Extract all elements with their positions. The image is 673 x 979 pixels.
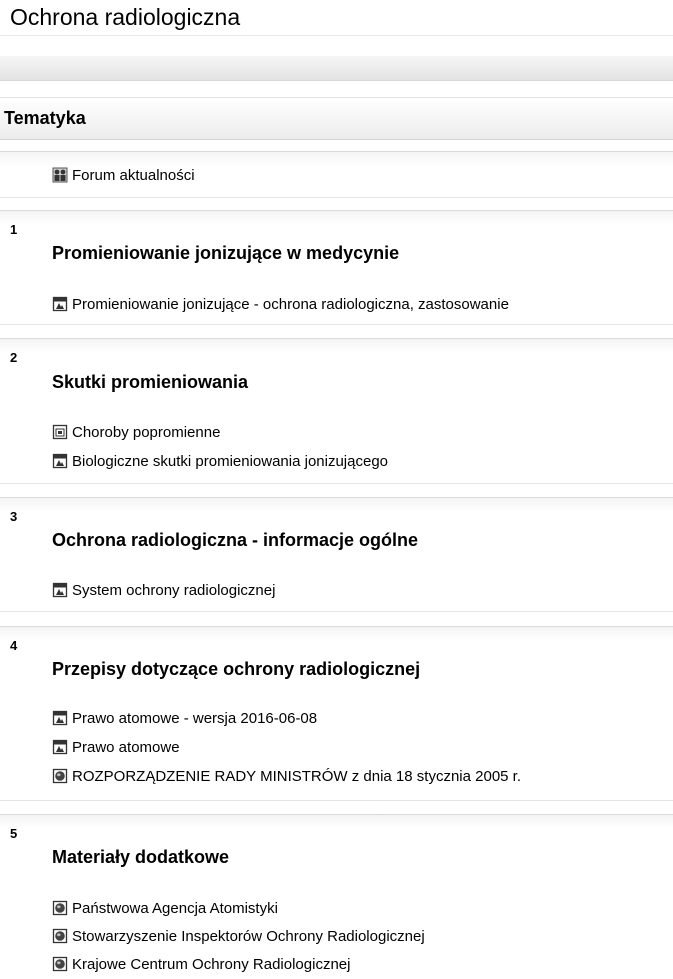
activity-url[interactable]: Państwowa Agencja Atomistyki <box>52 899 278 917</box>
activity-page[interactable]: Choroby popromienne <box>52 423 220 441</box>
forum-icon <box>52 167 68 183</box>
section-number: 1 <box>10 222 18 237</box>
section-title: Materiały dodatkowe <box>52 847 230 867</box>
page-icon <box>52 424 68 440</box>
section-title: Promieniowanie jonizujące w medycynie <box>52 243 400 263</box>
activity-label: Państwowa Agencja Atomistyki <box>72 899 278 917</box>
section-divider <box>0 197 673 198</box>
activity-resource[interactable]: System ochrony radiologicznej <box>52 581 275 599</box>
activity-label: Biologiczne skutki promieniowania jonizu… <box>72 452 389 470</box>
url-icon <box>52 928 68 944</box>
pdf-icon <box>52 739 68 755</box>
section-number: 4 <box>10 638 18 653</box>
url-icon <box>52 900 68 916</box>
activity-label: Prawo atomowe <box>72 738 180 756</box>
activity-resource[interactable]: Prawo atomowe <box>52 738 180 756</box>
section-1: 1 Promieniowanie jonizujące w medycynie … <box>0 210 673 325</box>
section-number: 2 <box>10 350 18 365</box>
activity-label: Prawo atomowe - wersja 2016-06-08 <box>72 709 318 727</box>
course-page: Ochrona radiologiczna Tematyka Forum akt… <box>0 0 673 979</box>
section-title: Przepisy dotyczące ochrony radiologiczne… <box>52 659 421 679</box>
section-number: 5 <box>10 826 18 841</box>
url-icon <box>52 956 68 972</box>
section-number: 3 <box>10 509 18 524</box>
section-divider <box>0 611 673 612</box>
activity-url[interactable]: Krajowe Centrum Ochrony Radiologicznej <box>52 955 350 973</box>
section-general: Forum aktualności <box>0 151 673 198</box>
activity-resource[interactable]: Biologiczne skutki promieniowania jonizu… <box>52 452 388 470</box>
page-title: Ochrona radiologiczna <box>10 4 241 30</box>
pdf-icon <box>52 710 68 726</box>
pdf-icon <box>52 582 68 598</box>
section-5: 5 Materiały dodatkowe Państwowa Agencja … <box>0 814 673 979</box>
activity-url[interactable]: Stowarzyszenie Inspektorów Ochrony Radio… <box>52 927 425 945</box>
activity-url[interactable]: ROZPORZĄDZENIE RADY MINISTRÓW z dnia 18 … <box>52 767 521 785</box>
activity-label: System ochrony radiologicznej <box>72 581 276 599</box>
pdf-icon <box>52 296 68 312</box>
activity-label: ROZPORZĄDZENIE RADY MINISTRÓW z dnia 18 … <box>72 767 522 785</box>
section-4: 4 Przepisy dotyczące ochrony radiologicz… <box>0 626 673 801</box>
section-title: Skutki promieniowania <box>52 372 249 392</box>
title-divider <box>0 35 673 36</box>
topics-header-label: Tematyka <box>4 108 86 128</box>
activity-forum[interactable]: Forum aktualności <box>52 166 195 184</box>
activity-label: Forum aktualności <box>72 166 195 184</box>
pdf-icon <box>52 453 68 469</box>
section-divider <box>0 483 673 484</box>
activity-resource[interactable]: Prawo atomowe - wersja 2016-06-08 <box>52 709 317 727</box>
activity-label: Krajowe Centrum Ochrony Radiologicznej <box>72 955 351 973</box>
activity-resource[interactable]: Promieniowanie jonizujące - ochrona radi… <box>52 295 509 313</box>
activity-label: Promieniowanie jonizujące - ochrona radi… <box>72 295 509 313</box>
activity-label: Choroby popromienne <box>72 423 221 441</box>
section-3: 3 Ochrona radiologiczna - informacje ogó… <box>0 497 673 612</box>
section-divider <box>0 800 673 801</box>
url-icon <box>52 768 68 784</box>
activity-label: Stowarzyszenie Inspektorów Ochrony Radio… <box>72 927 425 945</box>
section-2: 2 Skutki promieniowania Choroby popromie… <box>0 338 673 484</box>
section-title: Ochrona radiologiczna - informacje ogóln… <box>52 530 419 550</box>
section-divider <box>0 324 673 325</box>
navigation-bar <box>0 56 673 81</box>
topics-header: Tematyka <box>0 97 673 140</box>
